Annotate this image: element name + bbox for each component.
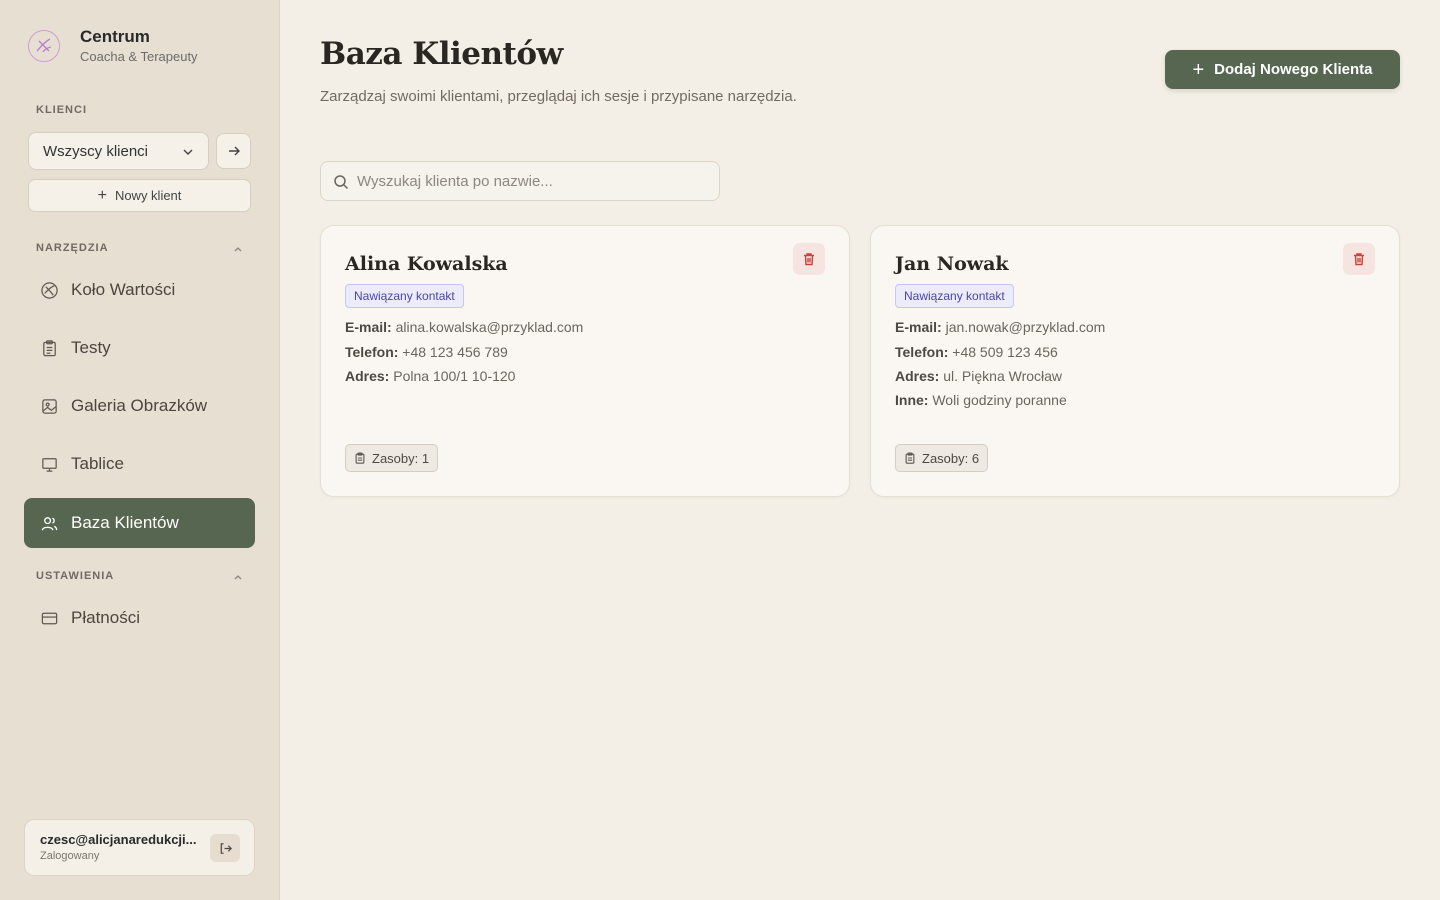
board-icon [42,457,57,472]
sidebar-item-label: Galeria Obrazków [71,396,208,415]
client-name: Alina Kowalska [345,253,508,275]
delete-client-button[interactable] [1343,243,1375,275]
sidebar-item-label: Płatności [71,608,140,627]
sidebar-item-label: Testy [71,338,111,357]
client-phone: Telefon: +48 123 456 789 [345,344,508,360]
logout-button[interactable] [210,834,240,862]
sidebar-item-label: Tablice [71,454,124,473]
status-badge: Nawiązany kontakt [345,284,464,308]
client-address: Adres: ul. Piękna Wrocław [895,368,1063,384]
client-name: Jan Nowak [895,253,1009,275]
resources-badge[interactable]: Zasoby: 6 [895,444,989,472]
plus-icon: + [97,186,107,204]
sidebar-item-testy[interactable]: Testy [24,323,255,373]
client-card[interactable]: Jan Nowak Nawiązany kontakt E-mail: jan.… [870,225,1400,497]
trash-icon [1354,253,1364,266]
client-other: Inne: Woli godziny poranne [895,392,1067,408]
search-icon [334,175,349,190]
client-email: E-mail: jan.nowak@przyklad.com [895,319,1106,335]
brand-subtitle: Coacha & Terapeuty [80,49,198,64]
section-label-tools: NARZĘDZIA [36,242,109,254]
credit-card-icon [41,612,58,624]
user-card: czesc@alicjanaredukcji... Zalogowany [24,819,255,876]
search-input[interactable] [357,162,707,200]
chevron-up-icon[interactable] [233,572,243,582]
sidebar-item-galeria[interactable]: Galeria Obrazków [24,381,255,431]
sidebar-item-label: Baza Klientów [71,513,179,532]
page-title: Baza Klientów [320,36,563,72]
section-label-settings: USTAWIENIA [36,570,115,582]
chevron-up-icon[interactable] [233,244,243,254]
image-icon [42,398,57,414]
client-card[interactable]: Alina Kowalska Nawiązany kontakt E-mail:… [320,225,850,497]
brand-title: Centrum [80,27,150,46]
arrow-right-icon [228,146,240,156]
add-client-label: Dodaj Nowego Klienta [1214,61,1373,78]
sidebar: Centrum Coacha & Terapeuty KLIENCI Wszys… [0,0,280,900]
client-email: E-mail: alina.kowalska@przyklad.com [345,319,584,335]
sidebar-item-kolo-wartosci[interactable]: Koło Wartości [24,265,255,315]
clipboard-icon [355,452,365,464]
delete-client-button[interactable] [793,243,825,275]
chevron-down-icon [183,149,193,155]
search-box [320,161,720,201]
sidebar-item-platnosci[interactable]: Płatności [24,593,255,643]
clipboard-icon [905,452,915,464]
new-client-button[interactable]: + Nowy klient [28,179,251,212]
user-email: czesc@alicjanaredukcji... [40,832,197,847]
add-client-button[interactable]: + Dodaj Nowego Klienta [1165,50,1400,89]
resources-badge[interactable]: Zasoby: 1 [345,444,439,472]
page-subtitle: Zarządzaj swoimi klientami, przeglądaj i… [320,88,797,105]
sidebar-item-tablice[interactable]: Tablice [24,439,255,489]
main-content: Baza Klientów Zarządzaj swoimi klientami… [281,0,1440,900]
sidebar-item-label: Koło Wartości [71,280,176,299]
clipboard-icon [43,339,56,356]
go-to-client-button[interactable] [216,133,251,169]
trash-icon [804,253,814,266]
new-client-label: Nowy klient [114,188,182,203]
sidebar-item-baza-klientow[interactable]: Baza Klientów [24,498,255,548]
wheel-icon [41,281,58,299]
plus-icon: + [1192,58,1205,81]
brand[interactable]: Centrum Coacha & Terapeuty [28,28,198,64]
logo-icon [28,30,60,62]
section-label-clients: KLIENCI [36,104,87,116]
client-select[interactable]: Wszyscy klienci [28,132,209,170]
logout-icon [220,842,232,854]
status-badge: Nawiązany kontakt [895,284,1014,308]
client-select-value: Wszyscy klienci [43,142,149,160]
client-address: Adres: Polna 100/1 10-120 [345,368,516,384]
client-phone: Telefon: +48 509 123 456 [895,344,1058,360]
users-icon [41,516,58,530]
